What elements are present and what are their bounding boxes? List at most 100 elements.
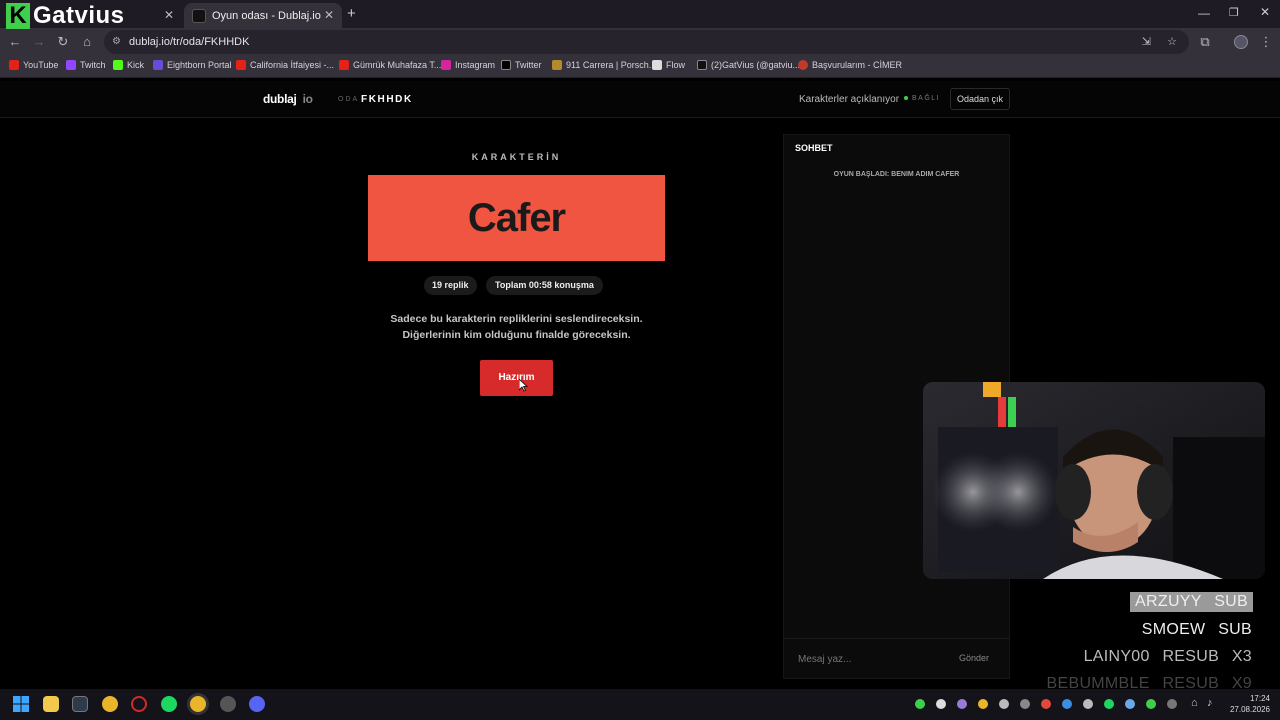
instagram-icon [441, 60, 451, 70]
send-button[interactable]: Gönder [944, 645, 1004, 671]
tray-icon[interactable] [1146, 699, 1156, 709]
spotify-icon[interactable] [161, 696, 177, 712]
discord-icon[interactable] [249, 696, 265, 712]
bookmark-instagram[interactable]: Instagram [441, 60, 495, 70]
obs-icon[interactable] [220, 696, 236, 712]
cimer-icon [798, 60, 808, 70]
sub-alert: SMOEW SUB [1141, 621, 1252, 638]
chat-message-input[interactable] [790, 645, 940, 673]
tray-icon[interactable] [1020, 699, 1030, 709]
eightborn-icon [153, 60, 163, 70]
leave-room-button[interactable]: Odadan çık [950, 88, 1010, 110]
tray-icon[interactable] [936, 699, 946, 709]
bookmark-cimer[interactable]: Başvurularım - CİMER [798, 60, 902, 70]
menu-icon[interactable]: ⋮ [1258, 34, 1274, 50]
tab-game-room[interactable]: Oyun odası - Dublaj.io ✕ [184, 3, 342, 28]
close-tab-icon[interactable]: ✕ [324, 8, 334, 22]
bookmark-youtube[interactable]: YouTube [9, 60, 58, 70]
tray-icon[interactable] [1062, 699, 1072, 709]
clock-date: 27.08.2026 [1229, 705, 1270, 714]
twitch-icon [66, 60, 76, 70]
back-icon[interactable]: ← [7, 34, 23, 50]
browser-toolbar: ← → ↻ ⌂ ⚙ dublaj.io/tr/oda/FKHHDK ⇲ ☆ ⧉ … [0, 28, 1280, 56]
windows-start-icon[interactable] [13, 696, 29, 712]
reload-icon[interactable]: ↻ [55, 34, 71, 50]
youtube-icon [9, 60, 19, 70]
bookmark-star-icon[interactable]: ☆ [1167, 30, 1177, 54]
site-info-icon[interactable]: ⚙ [112, 30, 121, 54]
bookmark-twitch[interactable]: Twitch [66, 60, 106, 70]
bookmark-flow[interactable]: Flow [652, 60, 685, 70]
clock-time: 17:24 [1249, 694, 1270, 703]
tray-icon[interactable] [999, 699, 1009, 709]
tray-icon[interactable] [1125, 699, 1135, 709]
address-bar[interactable]: ⚙ dublaj.io/tr/oda/FKHHDK ⇲ ☆ [104, 30, 1189, 54]
connection-status: BAĞLI [912, 95, 941, 102]
chrome-active-icon[interactable] [190, 696, 206, 712]
connection-dot-icon [904, 96, 908, 100]
close-tab-icon[interactable]: ✕ [164, 8, 174, 22]
total-time-badge: Toplam 00:58 konuşma [486, 276, 603, 295]
streamer-logo: K Gatvius [6, 2, 146, 30]
chat-input-row: Gönder [784, 638, 1009, 678]
home-icon[interactable]: ⌂ [79, 34, 95, 50]
tray-icon[interactable] [1167, 699, 1177, 709]
dublaj-favicon-icon [192, 8, 206, 23]
volume-icon[interactable]: ♪ [1207, 697, 1213, 709]
webcam-feed [923, 382, 1265, 579]
tab-title: Oyun odası - Dublaj.io [212, 9, 321, 22]
tray-icon[interactable] [978, 699, 988, 709]
bookmark-twitter[interactable]: Twitter [501, 60, 542, 70]
dublaj-logo[interactable]: dublaj io [263, 92, 313, 106]
webcam-image [923, 382, 1265, 579]
status-text: Karakterler açıklanıyor [799, 94, 900, 105]
character-card: Cafer [368, 175, 665, 261]
bookmark-kick[interactable]: Kick [113, 60, 144, 70]
store-icon[interactable] [72, 696, 88, 712]
profile-avatar-icon[interactable] [1234, 35, 1248, 49]
clock[interactable]: 17:24 27.08.2026 [1226, 693, 1270, 715]
forward-icon[interactable]: → [31, 34, 47, 50]
tray-icon[interactable] [1083, 699, 1093, 709]
restore-icon[interactable]: ❐ [1229, 6, 1239, 19]
tray-icon[interactable] [1041, 699, 1051, 709]
porsche-icon [552, 60, 562, 70]
close-window-icon[interactable]: ✕ [1260, 5, 1270, 19]
tray-icon[interactable] [957, 699, 967, 709]
bookmark-gumruk[interactable]: Gümrük Muhafaza T... [339, 60, 441, 70]
browser-tab-bar: ✕ Oyun odası - Dublaj.io ✕ + — ❐ ✕ [0, 0, 1280, 28]
file-explorer-icon[interactable] [43, 696, 59, 712]
minimize-icon[interactable]: — [1198, 6, 1210, 20]
new-tab-icon[interactable]: + [347, 5, 356, 22]
bookmark-california[interactable]: California İtfaiyesi -... [236, 60, 334, 70]
kick-logo-icon: K [6, 3, 30, 29]
lines-count-badge: 19 replik [424, 276, 477, 295]
character-section-label: KARAKTERİN [471, 152, 562, 162]
info-text-2: Diğerlerinin kim olduğunu finalde görece… [402, 329, 631, 341]
opera-icon[interactable] [131, 696, 147, 712]
bookmark-tiktok[interactable]: (2)GatVius (@gatviu... [697, 60, 800, 70]
install-app-icon[interactable]: ⇲ [1142, 30, 1151, 54]
ready-button[interactable]: Hazırım [480, 360, 553, 396]
bookmark-porsche[interactable]: 911 Carrera | Porsch... [552, 60, 656, 70]
youtube-icon [339, 60, 349, 70]
tray-icon[interactable] [1104, 699, 1114, 709]
windows-taskbar: ⌂ ♪ 17:24 27.08.2026 [0, 689, 1280, 720]
app-header: dublaj io ODA FKHHDK Karakterler açıklan… [0, 81, 1280, 118]
mouse-cursor-icon [519, 379, 528, 392]
room-code: FKHHDK [361, 94, 413, 105]
kick-icon [113, 60, 123, 70]
folder-icon [652, 60, 662, 70]
x-icon [501, 60, 511, 70]
chat-title: SOHBET [795, 143, 833, 153]
tiktok-icon [697, 60, 707, 70]
extensions-icon[interactable]: ⧉ [1197, 34, 1213, 50]
network-icon[interactable]: ⌂ [1191, 697, 1198, 709]
chrome-icon[interactable] [102, 696, 118, 712]
sub-alert: LAINY00 RESUB X3 [1083, 648, 1252, 665]
streamer-name: Gatvius [33, 2, 125, 29]
tray-icon[interactable] [915, 699, 925, 709]
bookmarks-bar: YouTube Twitch Kick Eightborn Portal Cal… [0, 56, 1280, 78]
character-name: Cafer [467, 195, 566, 240]
bookmark-eightborn[interactable]: Eightborn Portal [153, 60, 232, 70]
